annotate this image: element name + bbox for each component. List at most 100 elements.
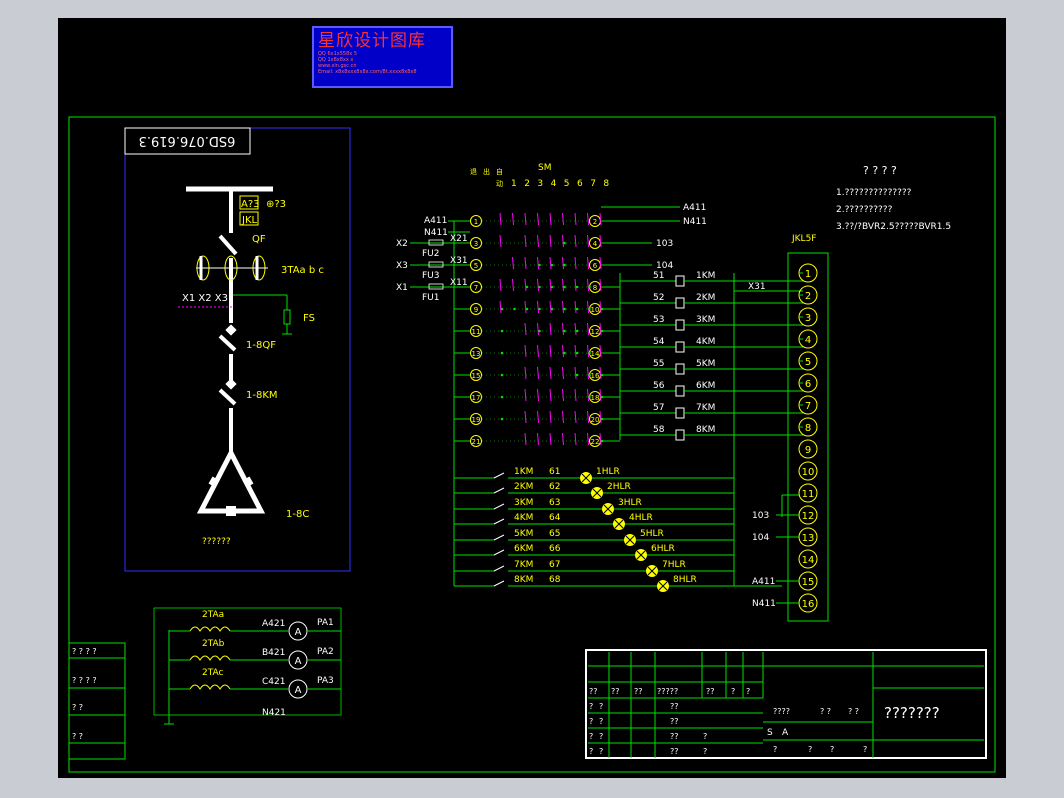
lamp-km-label: 2KM [514, 482, 533, 492]
meter-label: PA1 [317, 618, 334, 628]
lamp-km-label: 1KM [514, 467, 533, 477]
fuse-label: FU3 [422, 271, 440, 281]
coil-wire-number: 58 [653, 425, 665, 435]
switch-contact [524, 300, 527, 314]
jkl5f-terminal-number: 7 [805, 401, 811, 412]
switch-column-number: 6 [577, 179, 583, 189]
title-cell: ? [599, 747, 603, 756]
wire-label: 104 [656, 261, 673, 271]
title-cell: ? [589, 732, 593, 741]
meter-label: PA2 [317, 647, 334, 657]
left-table-cell: ? ? [72, 703, 83, 712]
title-cell: ?? [611, 687, 620, 696]
meter-label: PA3 [317, 676, 334, 686]
switch-contact [524, 278, 527, 292]
lamp-wire-number: 62 [549, 482, 560, 492]
lamp-label: 4HLR [629, 513, 653, 523]
title-cell: ???? [773, 707, 790, 716]
title-cell: ? ? [848, 707, 859, 716]
wire-label: X3 [396, 261, 408, 271]
switch-contact [537, 366, 539, 380]
switch-contact [537, 344, 539, 358]
switch-contact [587, 344, 589, 358]
switch-dot [500, 329, 504, 333]
switch-contact [574, 234, 577, 248]
meter-phase-label: A421 [262, 619, 285, 629]
jkl5f-terminal-number: 5 [805, 357, 811, 368]
switch-dot [588, 351, 591, 355]
ct-coil [189, 626, 231, 632]
switch-contact [524, 322, 527, 336]
lamp-label: 1HLR [596, 467, 620, 477]
switch-contact [587, 366, 589, 380]
switch-contact [587, 256, 589, 270]
fs-label: FS [303, 313, 315, 324]
switch-contact [549, 388, 552, 402]
switch-contact [562, 322, 564, 336]
switch-contact [499, 300, 502, 314]
switch-contact [537, 410, 539, 424]
switch-contact [587, 388, 589, 402]
switch-contact [549, 300, 552, 314]
switch-dot [563, 351, 566, 355]
contactor-coil-rows: A411N411103104X3151 1KM52 2KM53 3KM54 4KM55 5… [601, 203, 803, 442]
title-cell: ? [863, 745, 867, 754]
switch-contact [587, 322, 589, 336]
switch-contact [574, 344, 577, 358]
title-cell: ?? [670, 747, 679, 756]
meter-ct-label: 2TAb [202, 639, 225, 649]
coil-label: 5KM [696, 359, 715, 369]
terminal-right-number: 18 [591, 394, 600, 402]
lamp-wire-number: 66 [549, 544, 561, 554]
jkl5f-terminal-number: 6 [805, 379, 811, 390]
switch-input-side: A411 N411 X2 X21 FU2 X3 X31 FU3 X1 X11 FU1 [396, 216, 470, 303]
switch-dot [500, 351, 504, 355]
coil-label: 3KM [696, 315, 715, 325]
x-labels: X1 X2 X3 [182, 293, 228, 304]
left-table [68, 642, 126, 760]
title-cell: ? [746, 687, 750, 696]
title-cell: ????? [657, 687, 678, 696]
switch-contact [574, 278, 577, 292]
contact [493, 549, 505, 556]
left-table-cell: ? ? ? ? [72, 676, 97, 685]
ammeter-symbol: A [295, 627, 302, 638]
circuit-note: ?????? [202, 537, 231, 547]
jkl5f-terminal-number: 15 [802, 577, 815, 588]
terminal-right-number: 20 [591, 416, 600, 424]
jkl5f-side-label: 104 [752, 533, 769, 543]
title-cell: ? [773, 745, 777, 754]
bus-label-a: A?3 [241, 199, 260, 210]
jkl5f-terminal-number: 10 [802, 467, 815, 478]
terminal-left-number: 13 [472, 350, 481, 358]
switch-dot [538, 285, 541, 289]
contact [493, 503, 505, 510]
terminal-left-number: 11 [472, 328, 481, 336]
lamp-wire-number: 68 [549, 575, 561, 585]
switch-contact [587, 234, 589, 248]
terminal-left-number: 5 [474, 262, 478, 270]
title-cell: ? [703, 747, 707, 756]
switch-contact [549, 256, 552, 270]
switch-contact [574, 300, 577, 314]
wire-label: X1 [396, 283, 408, 293]
wire-label: N411 [424, 228, 448, 238]
title-cell: ?? [634, 687, 643, 696]
lamp-km-label: 5KM [514, 529, 533, 539]
drawing-number-box [124, 127, 351, 572]
title-cell: ? [599, 732, 603, 741]
switch-contact [524, 234, 527, 248]
coil [675, 363, 685, 375]
switch-contact [562, 300, 564, 314]
contact [493, 472, 505, 479]
switch-contact [524, 388, 527, 402]
coil-label: 2KM [696, 293, 715, 303]
switch-dot [525, 307, 529, 311]
coil-label: 4KM [696, 337, 715, 347]
switch-dot [563, 263, 566, 267]
jkl5f-terminal-number: 9 [805, 445, 811, 456]
coil-wire-number: 53 [653, 315, 664, 325]
switch-contact [537, 432, 539, 446]
jkl5f-side-label: N411 [752, 599, 776, 609]
switch-contact [587, 278, 589, 292]
